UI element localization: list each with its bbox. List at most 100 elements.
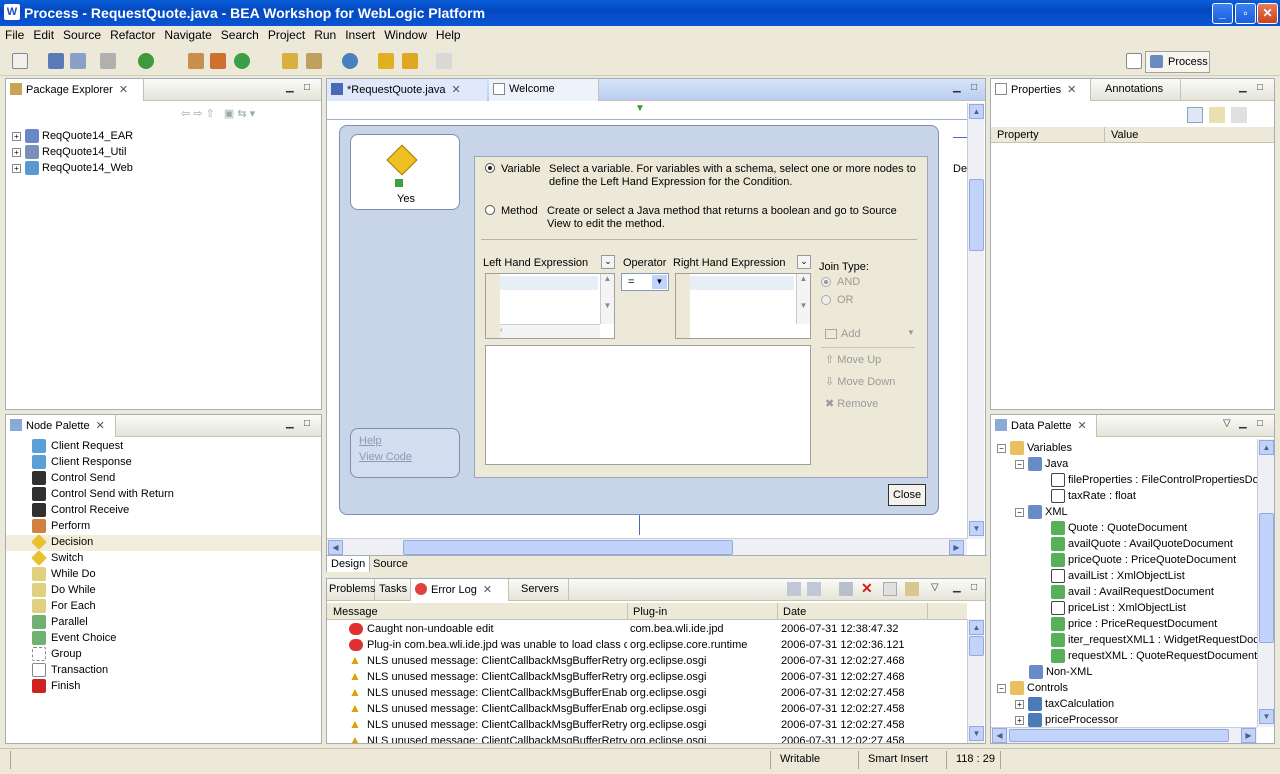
- tab-package-explorer[interactable]: Package Explorer ✕: [6, 79, 144, 101]
- close-icon[interactable]: ✕: [1067, 84, 1076, 96]
- scroll-right-icon[interactable]: ▶: [1241, 728, 1256, 743]
- view-menu-icon[interactable]: ▽: [1223, 418, 1231, 429]
- globe-icon[interactable]: [342, 53, 358, 69]
- table-row[interactable]: ▲ NLS unused message: ClientCallbackMsgB…: [327, 669, 967, 685]
- tab-requestquote[interactable]: *RequestQuote.java ✕: [327, 79, 487, 101]
- control-item[interactable]: + taxCalculation: [1015, 697, 1114, 713]
- tree-item-nonxml[interactable]: Non-XML: [1029, 665, 1092, 681]
- collapse-icon[interactable]: −: [1015, 459, 1024, 469]
- palette-item-client-response[interactable]: Client Response: [32, 455, 132, 471]
- print-icon[interactable]: [100, 53, 116, 69]
- delete-log-icon[interactable]: ✕: [861, 580, 873, 597]
- variable-item[interactable]: Quote : QuoteDocument: [1051, 521, 1187, 537]
- palette-item-while-do[interactable]: While Do: [32, 567, 96, 583]
- scroll-up-icon[interactable]: ▲: [969, 104, 984, 119]
- variable-item[interactable]: priceList : XmlObjectList: [1051, 601, 1186, 617]
- tree-item[interactable]: + ReqQuote14_Util: [12, 145, 126, 161]
- minimize-icon[interactable]: ▁: [1239, 418, 1247, 429]
- menu-help[interactable]: Help: [431, 26, 465, 42]
- expand-icon[interactable]: +: [1015, 699, 1024, 709]
- tab-design[interactable]: Design: [327, 556, 371, 572]
- clear-log-icon[interactable]: [839, 582, 853, 596]
- expand-icon[interactable]: +: [12, 163, 21, 173]
- maximize-icon[interactable]: □: [1257, 418, 1263, 429]
- open-folder-icon[interactable]: [282, 53, 298, 69]
- tab-tasks[interactable]: Tasks: [375, 579, 411, 601]
- condition-list[interactable]: [485, 345, 811, 465]
- palette-item-transaction[interactable]: Transaction: [32, 663, 108, 679]
- menu-insert[interactable]: Insert: [340, 26, 379, 42]
- lhe-tree[interactable]: ▲ ▼ ‹: [485, 273, 615, 339]
- tree-item-variables[interactable]: − Variables: [997, 441, 1072, 457]
- rhe-dropdown-icon[interactable]: ⌄: [797, 255, 811, 269]
- scroll-thumb[interactable]: [969, 636, 984, 656]
- editor-vscroll[interactable]: ▲ ▼: [967, 103, 984, 539]
- variable-item[interactable]: priceQuote : PriceQuoteDocument: [1051, 553, 1236, 569]
- column-date[interactable]: Date: [783, 606, 806, 618]
- lhe-dropdown-icon[interactable]: ⌄: [601, 255, 615, 269]
- variable-item[interactable]: avail : AvailRequestDocument: [1051, 585, 1214, 601]
- chevron-down-icon[interactable]: ▼: [652, 275, 667, 289]
- palette-item-perform[interactable]: Perform: [32, 519, 90, 535]
- close-icon[interactable]: ✕: [96, 420, 105, 432]
- and-radio[interactable]: [821, 277, 831, 287]
- maximize-icon[interactable]: □: [971, 82, 977, 93]
- rhe-vscroll[interactable]: ▲ ▼: [796, 274, 810, 324]
- menu-refactor[interactable]: Refactor: [105, 26, 159, 42]
- restore-log-icon[interactable]: [905, 582, 919, 596]
- tab-welcome[interactable]: Welcome: [489, 79, 599, 101]
- method-radio[interactable]: [485, 205, 495, 215]
- variable-item[interactable]: requestXML : QuoteRequestDocument: [1051, 649, 1257, 665]
- scroll-up-icon[interactable]: ▲: [1259, 440, 1274, 455]
- editor-hscroll[interactable]: ◀ ▶: [327, 538, 967, 555]
- close-icon[interactable]: ✕: [1078, 420, 1087, 432]
- maximize-icon[interactable]: □: [1257, 82, 1263, 93]
- palette-item-control-send[interactable]: Control Send: [32, 471, 115, 487]
- tree-item-xml[interactable]: − XML: [1015, 505, 1068, 521]
- refresh-icon[interactable]: [234, 53, 250, 69]
- table-row[interactable]: ▲ NLS unused message: ClientCallbackMsgB…: [327, 717, 967, 733]
- view-menu-icon[interactable]: ▽: [931, 582, 939, 593]
- variable-item[interactable]: taxRate : float: [1051, 489, 1136, 505]
- close-icon[interactable]: ✕: [451, 84, 460, 96]
- tab-properties[interactable]: Properties ✕: [991, 79, 1091, 101]
- scroll-down-icon[interactable]: ▼: [969, 726, 984, 741]
- categories-icon[interactable]: [1187, 107, 1203, 123]
- decision-node[interactable]: Yes: [350, 134, 460, 210]
- minimize-icon[interactable]: ▁: [1239, 82, 1247, 93]
- tree-item[interactable]: + ReqQuote14_Web: [12, 161, 133, 177]
- expand-icon[interactable]: +: [1015, 715, 1024, 725]
- scroll-left-icon[interactable]: ◀: [992, 728, 1007, 743]
- tab-source[interactable]: Source: [369, 556, 412, 572]
- table-row[interactable]: ▲ NLS unused message: ClientCallbackMsgB…: [327, 653, 967, 669]
- palette-item-switch[interactable]: Switch: [31, 550, 83, 567]
- collapse-icon[interactable]: −: [1015, 507, 1024, 517]
- table-row[interactable]: ▲ NLS unused message: ClientCallbackMsgB…: [327, 685, 967, 701]
- move-down-button[interactable]: ⇩ Move Down: [825, 375, 895, 388]
- back-icon[interactable]: [402, 53, 418, 69]
- maximize-icon[interactable]: □: [304, 82, 310, 93]
- minimize-icon[interactable]: ▁: [286, 82, 294, 93]
- tree-item-java[interactable]: − Java: [1015, 457, 1068, 473]
- variable-item[interactable]: fileProperties : FileControlPropertiesDo: [1051, 473, 1259, 489]
- minimize-icon[interactable]: ▁: [953, 582, 961, 593]
- scroll-down-icon[interactable]: ▼: [969, 521, 984, 536]
- tab-data-palette[interactable]: Data Palette ✕: [991, 415, 1097, 437]
- close-button[interactable]: ✕: [1257, 3, 1278, 24]
- run-icon[interactable]: [138, 53, 154, 69]
- expand-icon[interactable]: +: [12, 131, 21, 141]
- advanced-icon[interactable]: [1209, 107, 1225, 123]
- scroll-down-icon[interactable]: ▼: [1259, 709, 1274, 724]
- deploy-icon[interactable]: [210, 53, 226, 69]
- table-row[interactable]: ▲ NLS unused message: ClientCallbackMsgB…: [327, 733, 967, 743]
- data-palette-vscroll[interactable]: ▲ ▼: [1257, 439, 1274, 727]
- add-button[interactable]: Add ▼: [825, 327, 915, 343]
- save-icon[interactable]: [48, 53, 64, 69]
- maximize-button[interactable]: ▫: [1235, 3, 1256, 24]
- tree-item-controls[interactable]: − Controls: [997, 681, 1068, 697]
- tool-icon[interactable]: [306, 53, 322, 69]
- import-log-icon[interactable]: [807, 582, 821, 596]
- menu-search[interactable]: Search: [216, 26, 263, 42]
- log-vscroll[interactable]: ▲ ▼: [967, 619, 984, 743]
- new-icon[interactable]: [12, 53, 28, 69]
